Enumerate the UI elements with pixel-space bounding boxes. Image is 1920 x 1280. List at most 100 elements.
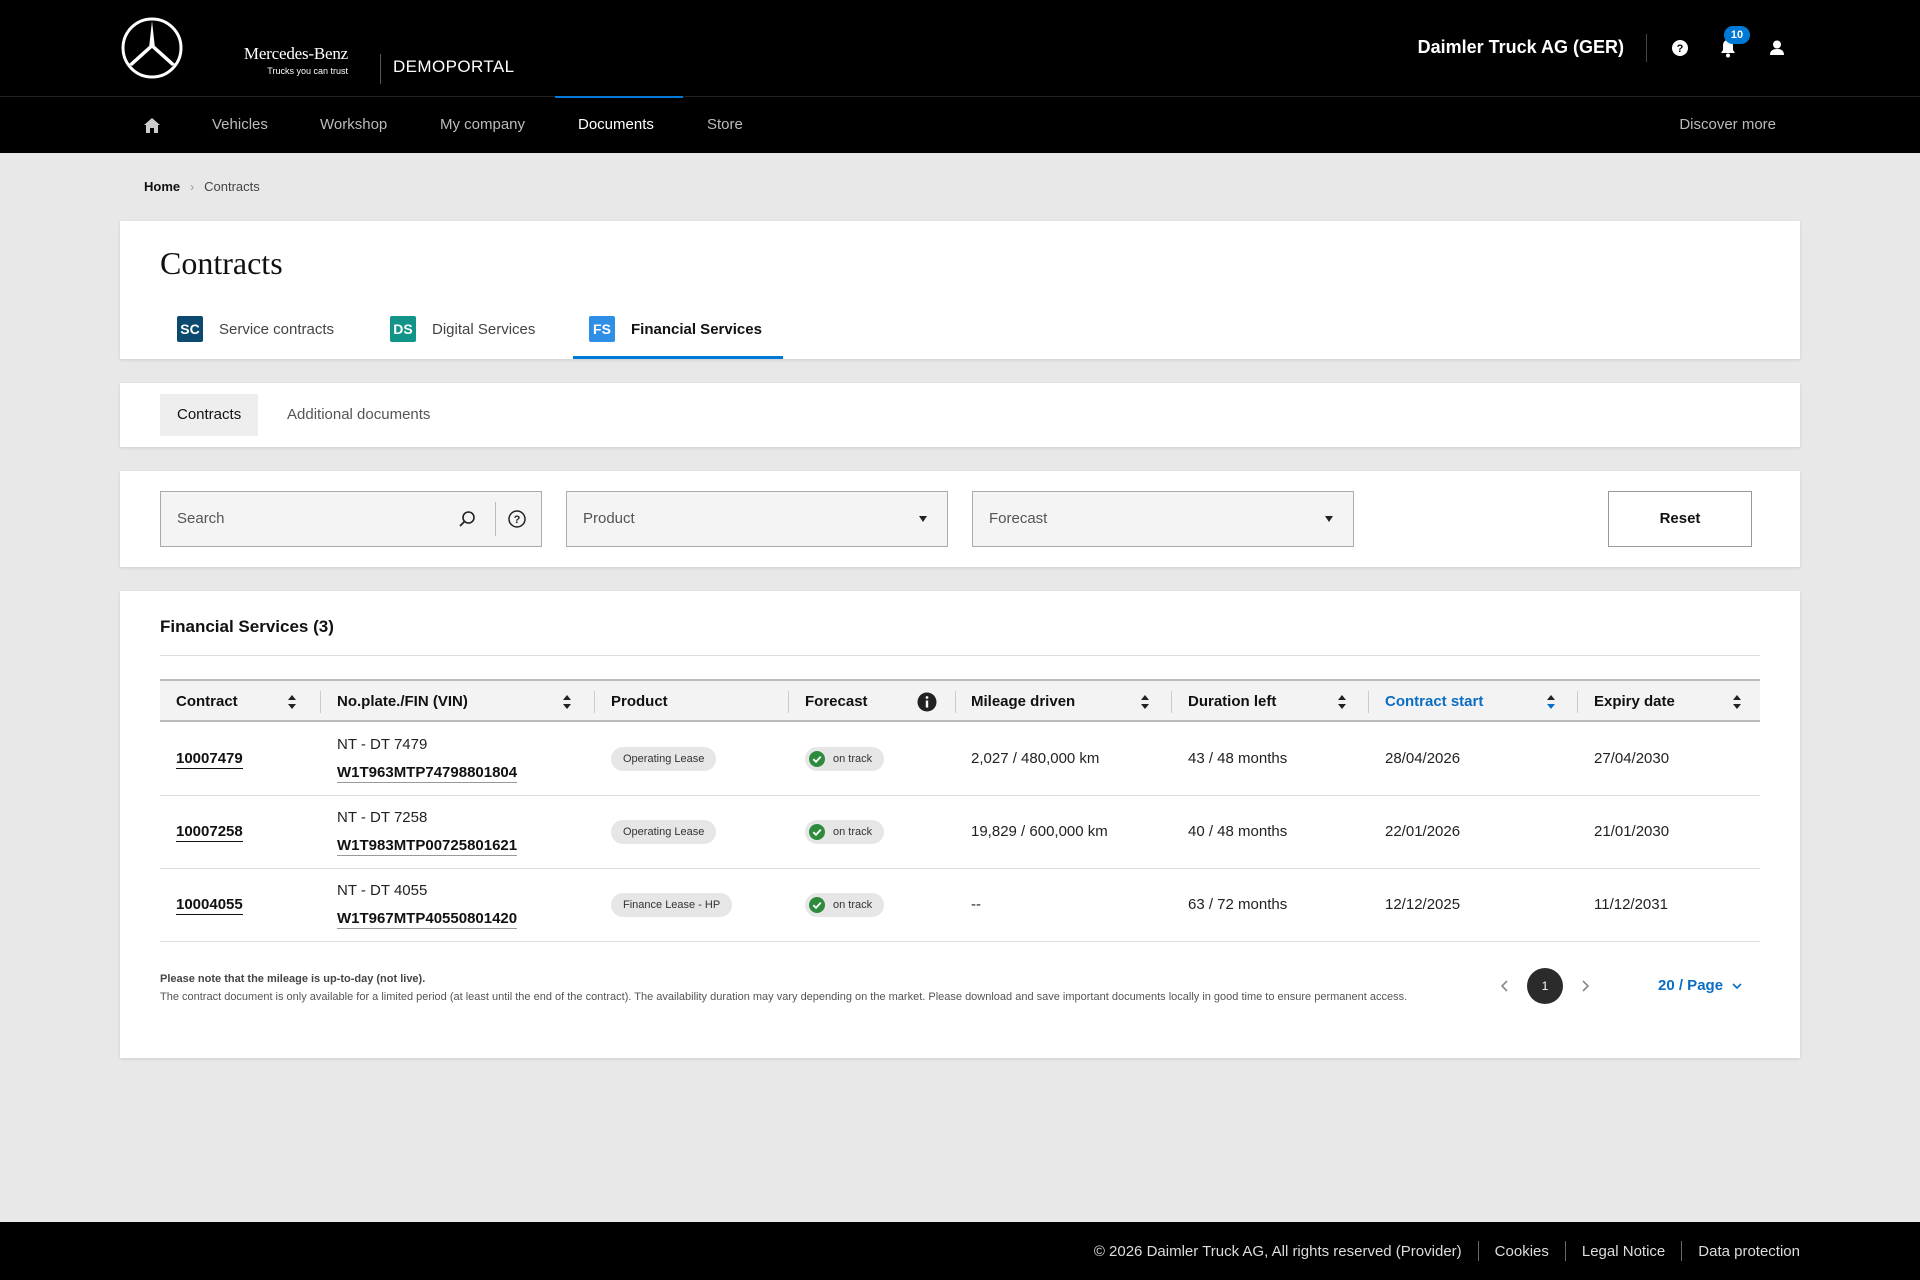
product-placeholder: Product xyxy=(583,510,635,527)
column-header-plate-vin[interactable]: No.plate./FIN (VIN) xyxy=(337,681,468,722)
forecast-status: on track xyxy=(805,820,885,844)
breadcrumb-current: Contracts xyxy=(204,179,260,194)
product-select[interactable]: Product xyxy=(566,491,948,547)
subtab-additional-documents[interactable]: Additional documents xyxy=(270,394,447,436)
check-circle-icon xyxy=(809,824,825,840)
breadcrumb-chevron-icon: › xyxy=(190,179,195,194)
product-pill: Operating Lease xyxy=(611,747,717,771)
chevron-right-icon[interactable] xyxy=(1578,979,1592,993)
sort-icon[interactable] xyxy=(1733,694,1741,710)
footer-divider xyxy=(1564,1241,1566,1261)
company-switcher[interactable]: Daimler Truck AG (GER) xyxy=(1418,37,1624,58)
column-divider xyxy=(1171,691,1172,713)
tab-label: Service contracts xyxy=(219,321,335,338)
breadcrumb-home[interactable]: Home xyxy=(144,179,180,194)
column-divider xyxy=(788,691,789,713)
brand-wordmark: Mercedes-Benz Trucks you can trust xyxy=(232,44,348,76)
portal-name[interactable]: DEMOPORTAL xyxy=(393,57,514,77)
search-input[interactable]: Search ? xyxy=(160,491,542,547)
footer-link-data-protection[interactable]: Data protection xyxy=(1698,1243,1800,1260)
page-title: Contracts xyxy=(160,245,283,281)
user-account-icon[interactable] xyxy=(1765,36,1789,60)
subtab-contracts[interactable]: Contracts xyxy=(160,394,259,436)
nav-documents[interactable]: Documents xyxy=(578,116,654,133)
expiry-date-value: 21/01/2030 xyxy=(1594,823,1670,840)
contract-start-value: 28/04/2026 xyxy=(1385,750,1461,767)
filter-card: Search ? Product Forecast Reset xyxy=(120,471,1800,567)
footer-link-legal-notice[interactable]: Legal Notice xyxy=(1582,1243,1665,1260)
column-header-product: Product xyxy=(611,693,668,710)
nav-my-company[interactable]: My company xyxy=(440,116,525,133)
product-pill: Operating Lease xyxy=(611,820,717,844)
nav-discover-more[interactable]: Discover more xyxy=(1679,116,1776,133)
contract-number-link[interactable]: 10007258 xyxy=(176,823,243,842)
brand-name: Mercedes-Benz xyxy=(243,44,348,63)
table-row: 10007479 NT - DT 7479 W1T963MTP747988018… xyxy=(160,723,1760,796)
tab-service-contracts[interactable]: SC Service contracts xyxy=(177,316,335,359)
forecast-label: on track xyxy=(833,753,873,765)
tab-label: Digital Services xyxy=(432,321,536,338)
vin-link[interactable]: W1T983MTP00725801621 xyxy=(337,837,518,856)
expiry-date-value: 11/12/2031 xyxy=(1594,896,1668,913)
home-icon[interactable] xyxy=(143,117,161,134)
financial-services-badge: FS xyxy=(589,316,615,342)
search-icon[interactable] xyxy=(457,509,477,529)
nav-vehicles[interactable]: Vehicles xyxy=(212,116,268,133)
vin-link[interactable]: W1T963MTP74798801804 xyxy=(337,764,518,783)
page-size-select[interactable]: 20 / Page xyxy=(1658,977,1743,994)
forecast-select[interactable]: Forecast xyxy=(972,491,1354,547)
pagination-current-page[interactable]: 1 xyxy=(1527,968,1563,1004)
column-header-duration[interactable]: Duration left xyxy=(1188,681,1276,722)
caret-down-icon xyxy=(919,516,927,522)
nav-store[interactable]: Store xyxy=(707,116,743,133)
mileage-value: -- xyxy=(971,896,981,913)
footer-divider xyxy=(1681,1241,1683,1261)
forecast-info-icon[interactable] xyxy=(917,692,937,712)
check-circle-icon xyxy=(809,751,825,767)
footer-link-cookies[interactable]: Cookies xyxy=(1495,1243,1549,1260)
brand-divider xyxy=(380,54,381,84)
digital-services-badge: DS xyxy=(390,316,416,342)
search-help-icon[interactable]: ? xyxy=(507,509,527,529)
column-header-forecast: Forecast xyxy=(805,693,868,710)
contracts-table-card: Financial Services (3) Contract No.plate… xyxy=(120,591,1800,1058)
reset-button[interactable]: Reset xyxy=(1608,491,1752,547)
service-contracts-badge: SC xyxy=(177,316,203,342)
notification-count-badge: 10 xyxy=(1724,26,1750,44)
sort-icon[interactable] xyxy=(1338,694,1346,710)
number-plate: NT - DT 7479 xyxy=(337,736,428,753)
column-divider xyxy=(1368,691,1369,713)
column-header-expiry[interactable]: Expiry date xyxy=(1594,681,1675,722)
vin-link[interactable]: W1T967MTP40550801420 xyxy=(337,910,518,929)
title-divider xyxy=(160,655,1760,656)
sort-descending-icon[interactable] xyxy=(1547,694,1555,710)
column-header-contract-start[interactable]: Contract start xyxy=(1385,681,1483,722)
chevron-left-icon[interactable] xyxy=(1498,979,1512,993)
contract-start-value: 22/01/2026 xyxy=(1385,823,1461,840)
mercedes-star-logo[interactable] xyxy=(120,16,184,80)
footer-divider xyxy=(1477,1241,1479,1261)
column-header-contract[interactable]: Contract xyxy=(176,681,238,722)
nav-workshop[interactable]: Workshop xyxy=(320,116,387,133)
check-circle-icon xyxy=(809,897,825,913)
tab-digital-services[interactable]: DS Digital Services xyxy=(390,316,536,359)
chevron-down-icon xyxy=(1732,982,1742,989)
search-placeholder: Search xyxy=(177,510,225,527)
sort-icon[interactable] xyxy=(563,694,571,710)
contract-number-link[interactable]: 10004055 xyxy=(176,896,243,915)
document-type-card: Contracts Additional documents xyxy=(120,383,1800,447)
tab-financial-services[interactable]: FS Financial Services xyxy=(589,316,762,359)
contract-number-link[interactable]: 10007479 xyxy=(176,750,243,769)
copyright-text: © 2026 Daimler Truck AG, All rights rese… xyxy=(1093,1242,1462,1260)
forecast-status: on track xyxy=(805,747,885,771)
header-divider xyxy=(1646,34,1647,62)
contract-start-value: 12/12/2025 xyxy=(1385,896,1461,913)
svg-text:?: ? xyxy=(1677,43,1684,55)
table-header: Contract No.plate./FIN (VIN) Product For… xyxy=(160,679,1760,722)
tab-active-indicator xyxy=(573,356,783,359)
help-icon[interactable]: ? xyxy=(1668,36,1692,60)
sort-icon[interactable] xyxy=(1141,694,1149,710)
sort-icon[interactable] xyxy=(288,694,296,710)
caret-down-icon xyxy=(1325,516,1333,522)
column-header-mileage[interactable]: Mileage driven xyxy=(971,681,1075,722)
